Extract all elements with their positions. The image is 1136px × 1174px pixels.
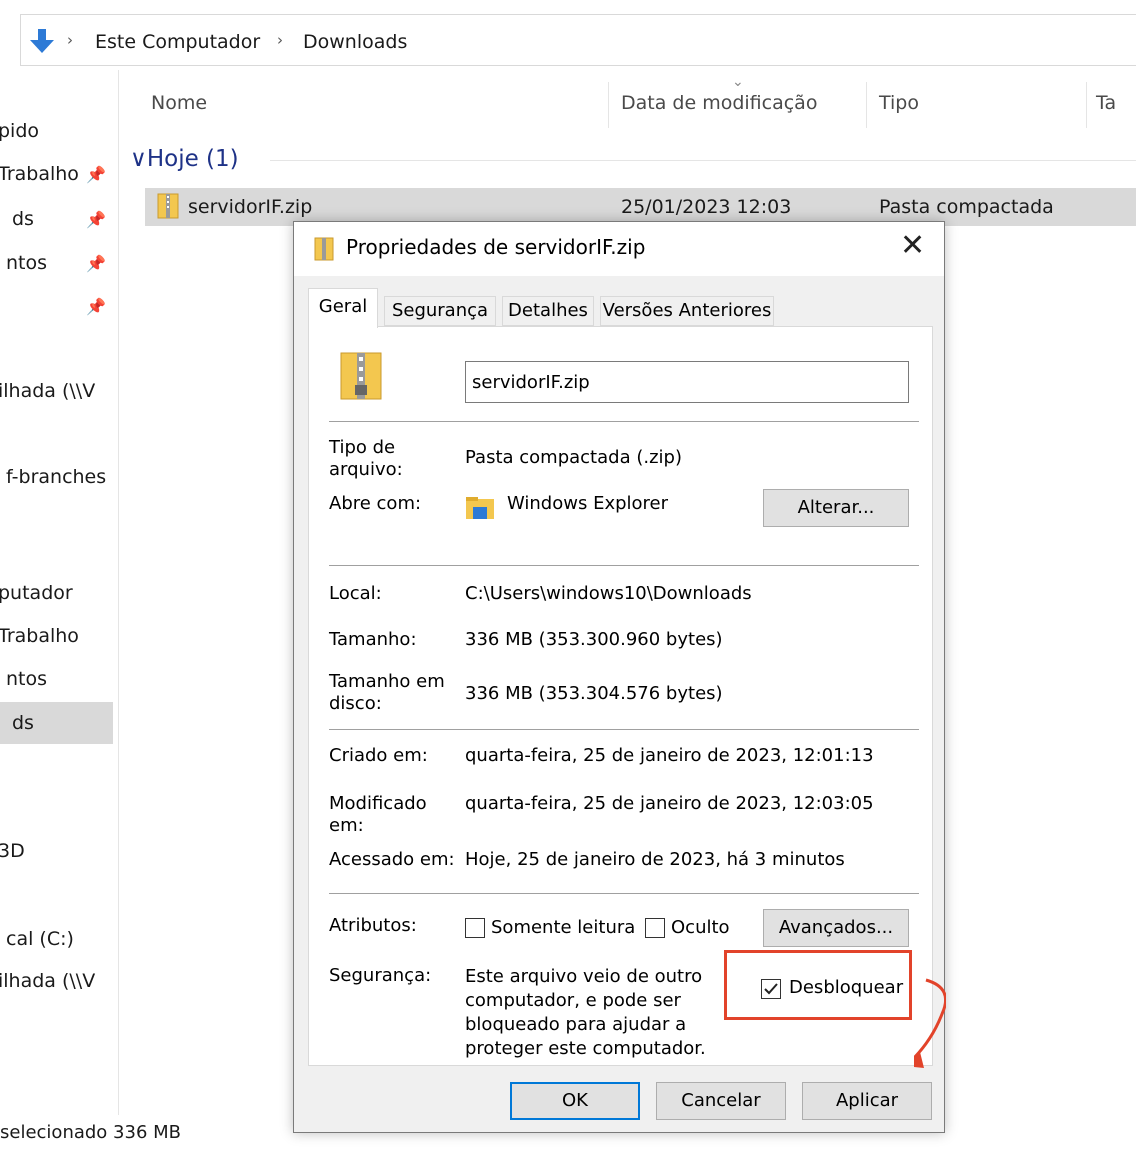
tab-detalhes[interactable]: Detalhes <box>502 296 594 326</box>
readonly-label[interactable]: Somente leitura <box>491 917 635 939</box>
pin-icon: 📌 <box>86 165 106 184</box>
group-header[interactable]: ∨Hoje (1) <box>130 146 239 172</box>
advanced-button[interactable]: Avançados... <box>763 909 909 947</box>
dialog-title: Propriedades de servidorIF.zip <box>346 235 646 259</box>
modified-label: Modificado em: <box>329 793 427 836</box>
divider <box>329 893 919 894</box>
sidebar-item-network-share[interactable]: ilhada (\\V <box>0 380 95 402</box>
sidebar-item-downloads-pc[interactable]: ds <box>12 712 34 734</box>
pin-icon: 📌 <box>86 297 106 316</box>
sidebar-item-desktop[interactable]: Trabalho <box>0 163 79 185</box>
created-label: Criado em: <box>329 745 428 766</box>
tab-geral[interactable]: Geral <box>308 288 378 328</box>
change-button[interactable]: Alterar... <box>763 489 909 527</box>
column-separator[interactable] <box>1086 82 1087 128</box>
column-separator[interactable] <box>608 82 609 128</box>
group-divider <box>270 160 1136 161</box>
folder-icon <box>466 497 494 519</box>
status-bar-text: selecionado 336 MB <box>0 1122 181 1143</box>
hidden-checkbox[interactable] <box>645 918 665 938</box>
pin-icon: 📌 <box>86 254 106 273</box>
file-name-field[interactable] <box>465 361 909 403</box>
opens-with-label: Abre com: <box>329 493 422 514</box>
file-name: servidorIF.zip <box>188 196 313 218</box>
disk-size-value: 336 MB (353.304.576 bytes) <box>465 683 723 704</box>
breadcrumb-este-computador[interactable]: Este Computador <box>95 31 260 53</box>
column-separator[interactable] <box>866 82 867 128</box>
properties-dialog: Propriedades de servidorIF.zip ✕ Geral S… <box>293 221 946 1133</box>
zip-folder-icon <box>157 193 179 219</box>
pin-icon: 📌 <box>86 210 106 229</box>
sidebar-item-network-share-pc[interactable]: ilhada (\\V <box>0 970 95 992</box>
sidebar-item-downloads[interactable]: ds <box>12 208 34 230</box>
security-text: Este arquivo veio de outro computador, e… <box>465 966 706 1059</box>
sidebar-item-documents-pc[interactable]: ntos <box>6 668 47 690</box>
attributes-label: Atributos: <box>329 915 417 936</box>
group-label: Hoje (1) <box>146 146 239 172</box>
chevron-down-icon: ∨ <box>130 146 147 172</box>
created-value: quarta-feira, 25 de janeiro de 2023, 12:… <box>465 745 874 766</box>
disk-size-label: Tamanho em disco: <box>329 671 445 714</box>
size-value: 336 MB (353.300.960 bytes) <box>465 629 723 650</box>
download-arrow-icon <box>30 29 54 53</box>
hidden-label[interactable]: Oculto <box>671 917 730 939</box>
readonly-checkbox[interactable] <box>465 918 485 938</box>
apply-button[interactable]: Aplicar <box>802 1082 932 1120</box>
sort-chevron-icon: ⌄ <box>732 74 744 90</box>
accessed-label: Acessado em: <box>329 849 455 870</box>
accessed-value: Hoje, 25 de janeiro de 2023, há 3 minuto… <box>465 849 845 870</box>
location-label: Local: <box>329 583 382 604</box>
location-value: C:\Users\windows10\Downloads <box>465 583 752 604</box>
unblock-highlight-box <box>724 950 912 1020</box>
sidebar-item-3d-objects[interactable]: 3D <box>0 840 25 862</box>
zip-folder-large-icon <box>340 352 382 400</box>
sidebar-item-documents[interactable]: ntos <box>6 252 47 274</box>
divider <box>329 421 919 422</box>
zip-folder-icon <box>314 237 334 261</box>
type-label: Tipo de arquivo: <box>329 437 403 480</box>
breadcrumb-separator: › <box>277 31 283 49</box>
address-bar[interactable]: › Este Computador › Downloads <box>20 14 1136 66</box>
sidebar-divider <box>118 70 119 1115</box>
modified-value: quarta-feira, 25 de janeiro de 2023, 12:… <box>465 793 874 814</box>
file-type: Pasta compactada <box>879 196 1054 218</box>
security-label: Segurança: <box>329 965 432 986</box>
column-header-date[interactable]: Data de modificação <box>621 92 817 114</box>
sidebar-item-this-pc[interactable]: putador <box>0 582 73 604</box>
column-header-type[interactable]: Tipo <box>879 92 919 114</box>
sidebar-item-quick-access[interactable]: pido <box>0 120 39 142</box>
opens-with-value: Windows Explorer <box>507 493 669 514</box>
close-icon[interactable]: ✕ <box>900 228 925 263</box>
sidebar-item-local-disk[interactable]: cal (C:) <box>6 928 74 950</box>
tab-seguranca[interactable]: Segurança <box>384 296 496 326</box>
dialog-titlebar[interactable]: Propriedades de servidorIF.zip ✕ <box>294 222 944 276</box>
size-label: Tamanho: <box>329 629 417 650</box>
divider <box>329 729 919 730</box>
breadcrumb-downloads[interactable]: Downloads <box>303 31 407 53</box>
type-value: Pasta compactada (.zip) <box>465 447 682 468</box>
divider <box>329 565 919 566</box>
ok-button[interactable]: OK <box>510 1082 640 1120</box>
sidebar-item-branches[interactable]: f-branches <box>6 466 106 488</box>
tab-versoes-anteriores[interactable]: Versões Anteriores <box>600 296 774 326</box>
column-header-name[interactable]: Nome <box>151 92 207 114</box>
column-header-size[interactable]: Ta <box>1096 92 1116 114</box>
cancel-button[interactable]: Cancelar <box>656 1082 786 1120</box>
breadcrumb-separator: › <box>67 31 73 49</box>
file-date: 25/01/2023 12:03 <box>621 196 792 218</box>
sidebar-item-desktop-pc[interactable]: Trabalho <box>0 625 79 647</box>
annotation-arrow-icon <box>914 978 946 1068</box>
